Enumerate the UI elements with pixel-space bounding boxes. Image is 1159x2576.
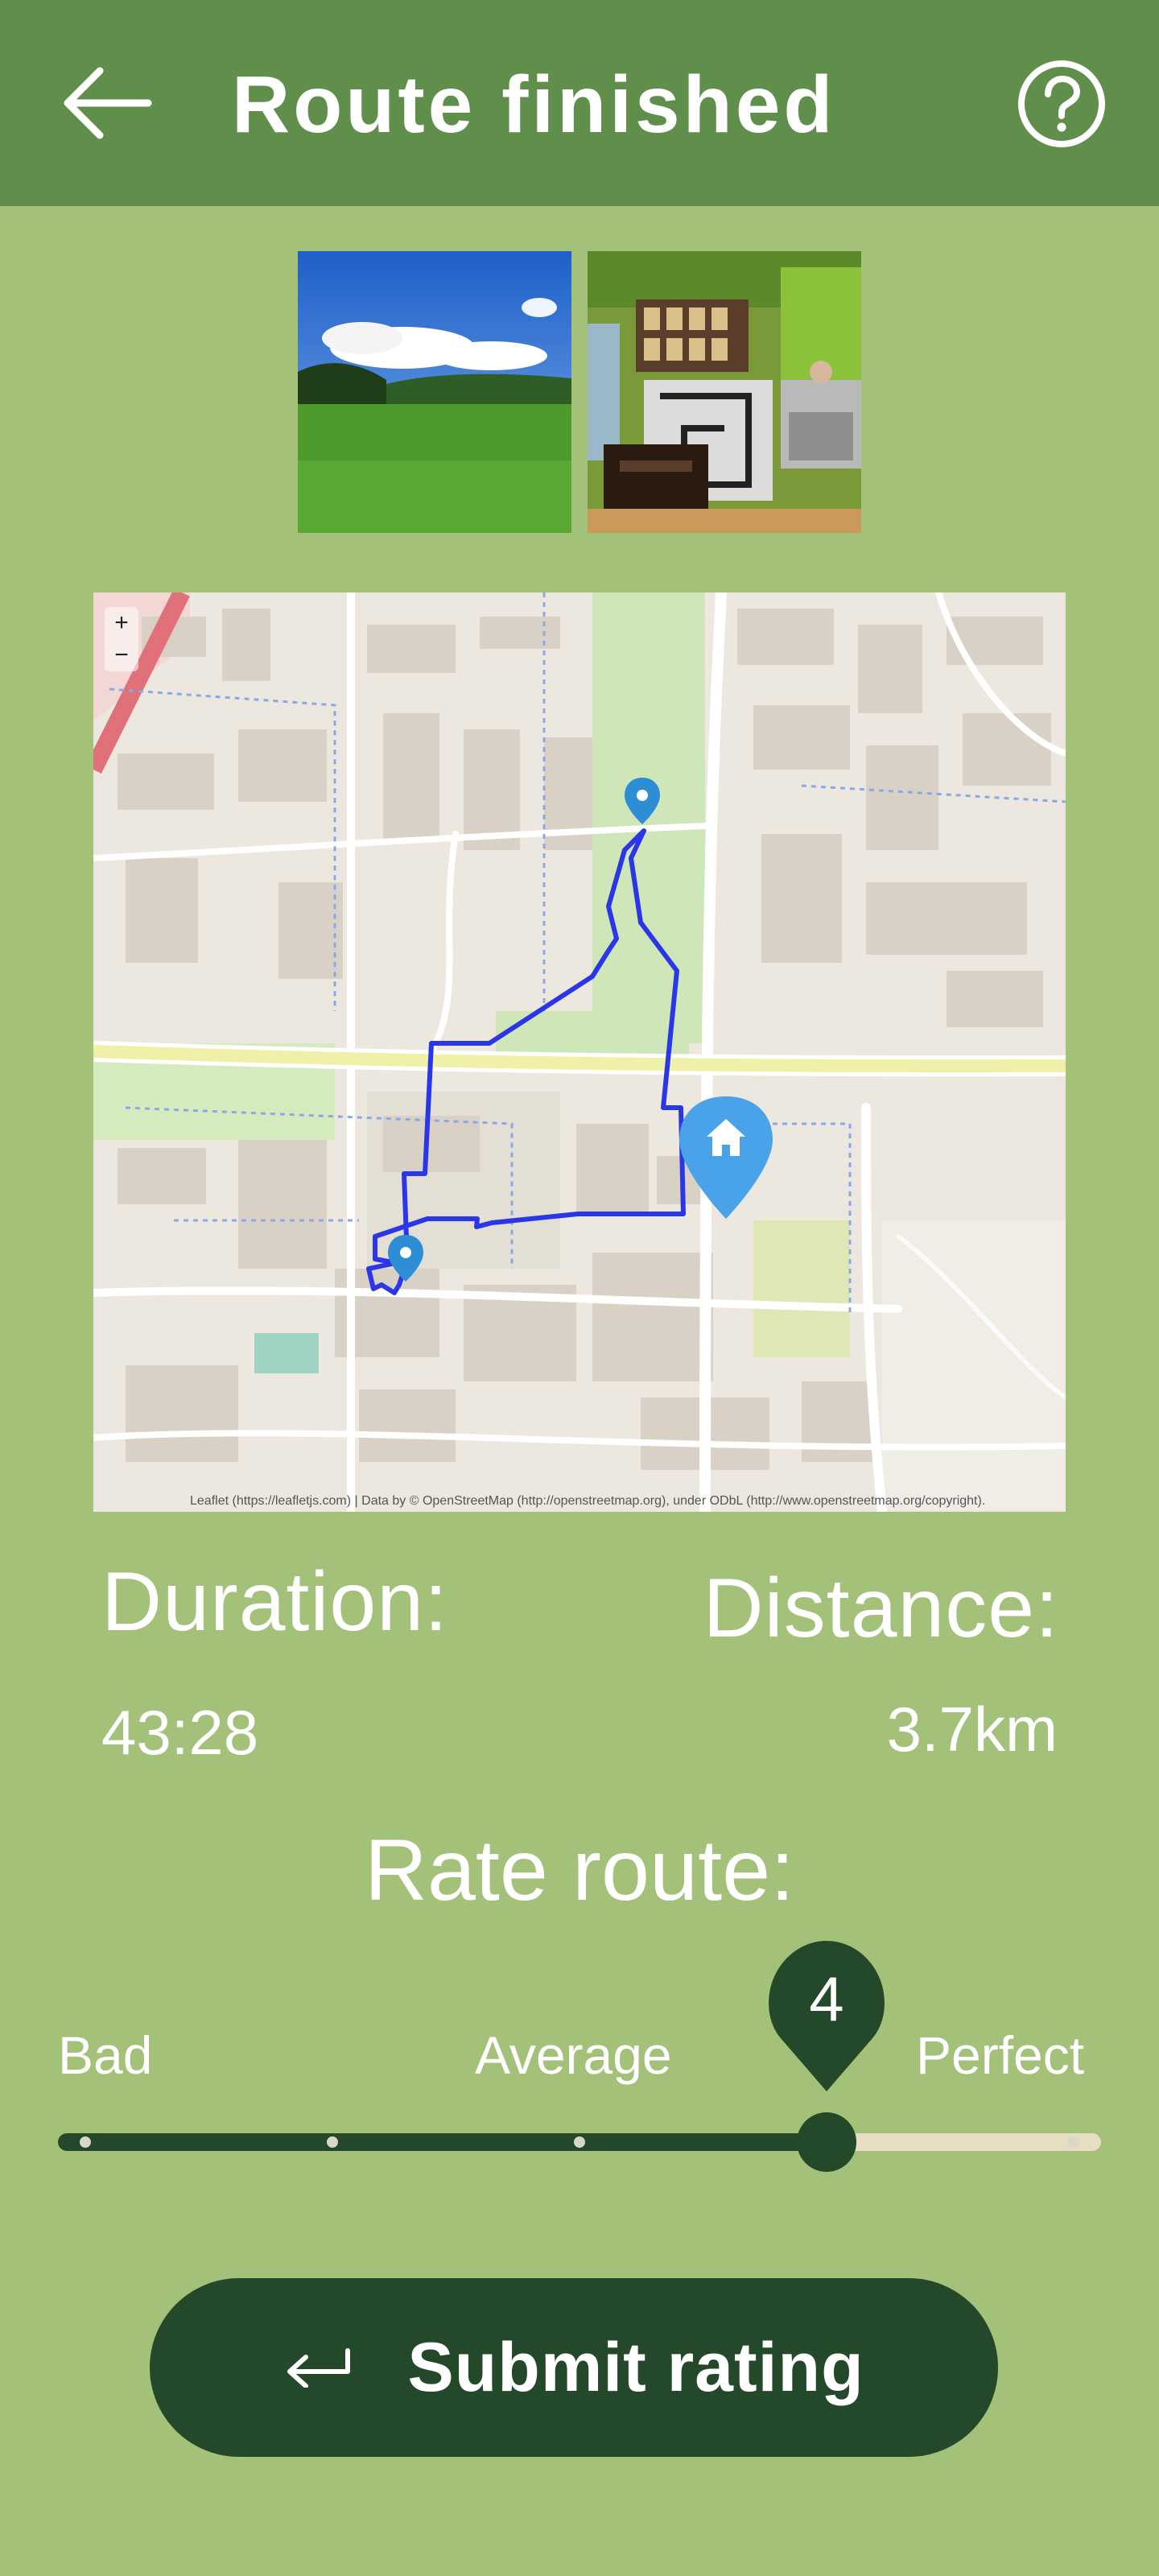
rate-route-title: Rate route: [364, 1821, 795, 1918]
cafe-interior-photo[interactable] [588, 251, 861, 533]
slider-label-perfect: Perfect [916, 2025, 1085, 2085]
submit-rating-label: Submit rating [407, 2328, 864, 2406]
route-map[interactable]: + − Leaflet (https://leafletjs.com) | Da… [93, 592, 1066, 1512]
slider-label-average: Average [475, 2025, 672, 2085]
slider-tick [1068, 2136, 1079, 2148]
back-button[interactable] [58, 53, 158, 153]
page-title: Route finished [232, 60, 836, 150]
slider-tick [327, 2136, 338, 2148]
slider-tick [574, 2136, 585, 2148]
arrow-left-icon [64, 67, 152, 139]
distance-label: Distance: [703, 1562, 1059, 1655]
rating-slider-thumb[interactable] [797, 2112, 856, 2172]
question-circle-icon [1018, 60, 1105, 147]
distance-value: 3.7km [886, 1694, 1058, 1765]
submit-rating-button[interactable]: Submit rating [150, 2278, 998, 2457]
rating-slider-track[interactable] [58, 2133, 1101, 2151]
rating-slider-fill [58, 2133, 827, 2151]
zoom-out-button[interactable]: − [105, 639, 138, 671]
slider-value-text: 4 [809, 1963, 844, 2034]
top-app-bar: Route finished [0, 0, 1159, 206]
slider-label-bad: Bad [58, 2025, 153, 2085]
duration-label: Duration: [101, 1555, 448, 1649]
return-arrow-icon [287, 2348, 351, 2388]
slider-value-indicator: 4 [763, 1934, 890, 2095]
green-meadow-photo[interactable] [298, 251, 571, 533]
map-zoom-control[interactable]: + − [105, 607, 138, 671]
slider-tick [80, 2136, 91, 2148]
help-button[interactable] [1016, 58, 1107, 150]
zoom-in-button[interactable]: + [105, 607, 138, 639]
duration-value: 43:28 [101, 1697, 259, 1768]
map-attribution: Leaflet (https://leafletjs.com) | Data b… [190, 1494, 986, 1508]
